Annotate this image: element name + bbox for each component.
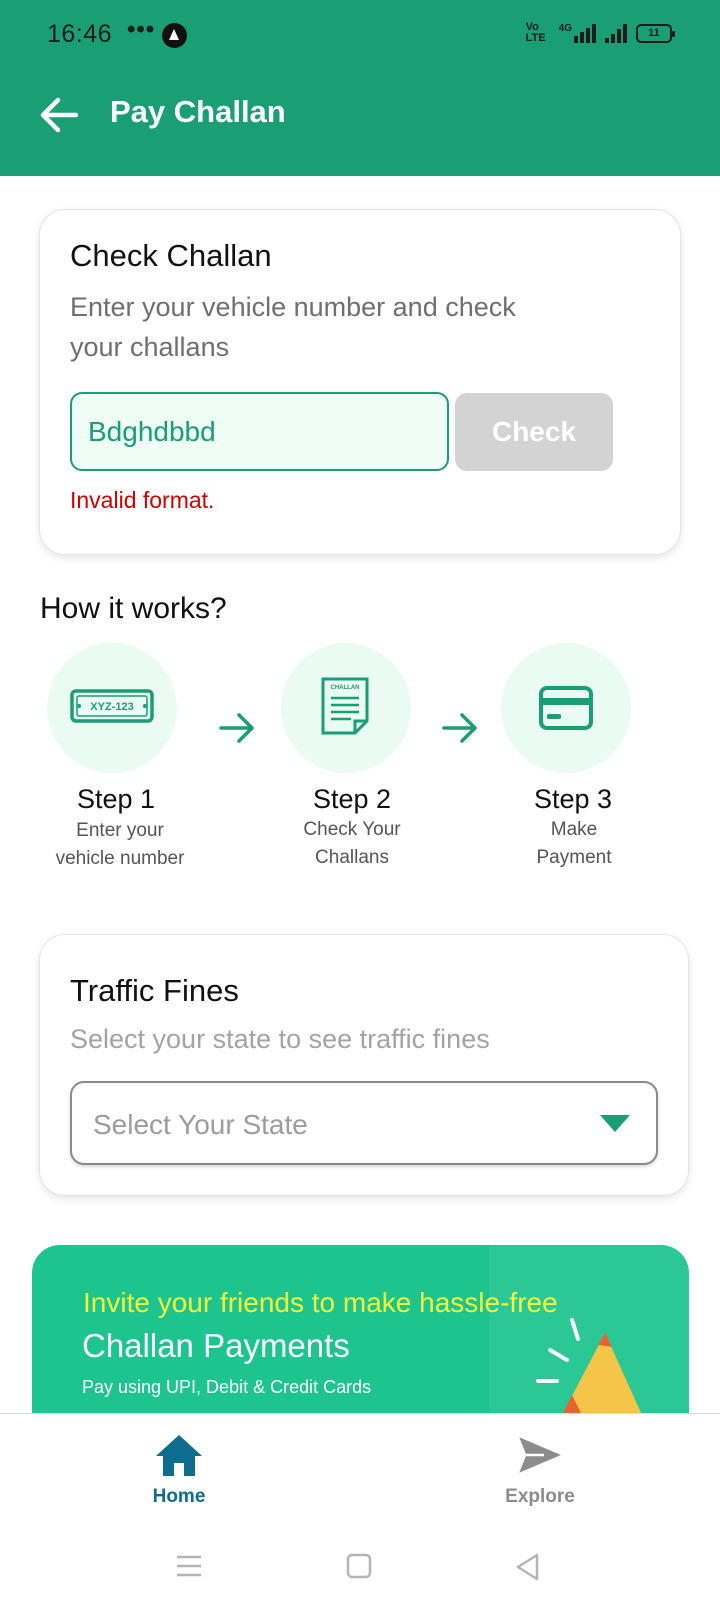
promo-title: Challan Payments (82, 1327, 350, 1364)
step-1-description: Enter your vehicle number (55, 820, 185, 869)
check-challan-subtitle: Enter your vehicle number and check your… (70, 292, 516, 362)
volte-indicator: Vo LTE (525, 21, 546, 44)
back-triangle-icon[interactable] (515, 1553, 541, 1581)
step-1-icon-circle: XYZ-123 (47, 643, 177, 773)
home-square-icon[interactable] (346, 1553, 372, 1579)
step-2-icon-circle: CHALLAN (281, 643, 411, 773)
dropdown-arrow-icon (600, 1115, 630, 1132)
back-button[interactable] (36, 92, 82, 138)
state-select-placeholder: Select Your State (93, 1109, 308, 1140)
status-indicators: Vo LTE 4G 11 (525, 21, 675, 44)
license-plate-icon: XYZ-123 (70, 689, 154, 723)
nav-home-label: Home (152, 1486, 206, 1507)
svg-text:XYZ-123: XYZ-123 (90, 701, 133, 713)
arrow-right-icon (442, 713, 477, 743)
promo-subtitle: Pay using UPI, Debit & Credit Cards (82, 1377, 372, 1397)
invite-promo-banner[interactable]: Invite your friends to make hassle-free … (32, 1245, 689, 1420)
promo-headline: Invite your friends to make hassle-free (83, 1287, 558, 1318)
step-3-title: Step 3 (534, 784, 613, 814)
check-challan-title: Check Challan (70, 238, 272, 273)
signal-icon (605, 23, 627, 43)
traffic-fines-card: Traffic Fines Select your state to see t… (39, 934, 689, 1196)
vehicle-number-input[interactable] (70, 392, 449, 471)
arrow-right-icon (219, 713, 254, 743)
step-3-icon-circle (501, 643, 631, 773)
status-time: 16:46 (47, 20, 113, 48)
step-3-description: Make Payment (536, 819, 612, 868)
svg-text:CHALLAN: CHALLAN (331, 685, 360, 691)
nav-explore-label: Explore (505, 1486, 575, 1507)
signal-4g-icon: 4G (559, 23, 596, 43)
app-header: 16:46 ••• Vo LTE 4G 11 Pay Challan (0, 0, 720, 176)
app-notification-icon (162, 23, 187, 48)
battery-icon: 11 (636, 23, 675, 43)
nav-explore[interactable]: Explore (440, 1414, 640, 1536)
how-it-works-title: How it works? (40, 592, 227, 625)
traffic-fines-subtitle: Select your state to see traffic fines (70, 1024, 490, 1054)
card-icon (539, 686, 593, 730)
system-navigation-bar (0, 1535, 720, 1600)
send-icon (515, 1433, 566, 1477)
state-select-dropdown[interactable]: Select Your State (70, 1081, 658, 1165)
step-2-description: Check Your Challans (303, 819, 401, 868)
check-challan-card: Check Challan Enter your vehicle number … (39, 209, 681, 555)
home-icon (156, 1435, 202, 1476)
step-1-title: Step 1 (77, 784, 156, 814)
nav-home[interactable]: Home (79, 1414, 279, 1536)
menu-icon[interactable] (176, 1553, 202, 1579)
bottom-navigation: Home Explore (0, 1413, 720, 1535)
arrow-left-icon (40, 97, 79, 133)
step-2-title: Step 2 (313, 784, 392, 814)
check-button[interactable]: Check (455, 393, 613, 471)
traffic-fines-title: Traffic Fines (70, 973, 239, 1008)
page-title: Pay Challan (110, 94, 286, 129)
status-bar: 16:46 ••• Vo LTE 4G 11 (0, 0, 720, 72)
challan-document-icon: CHALLAN (321, 677, 369, 735)
megaphone-icon (536, 1318, 642, 1415)
error-message: Invalid format. (70, 487, 215, 513)
notification-dots: ••• (127, 16, 156, 43)
